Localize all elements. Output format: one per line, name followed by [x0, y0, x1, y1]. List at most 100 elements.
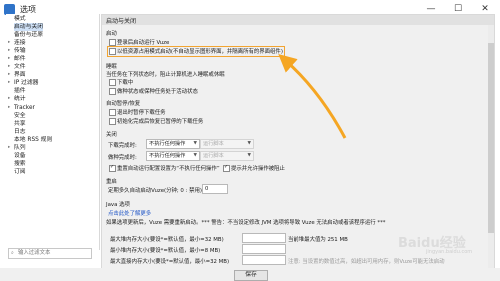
sidebar-item[interactable]: ▸ 邮件 — [6, 55, 99, 63]
low-resource-label: 以低资源占用模式启动(不自动显示图形界面，并隔离所有的界面组件) — [117, 49, 283, 55]
sidebar-item[interactable]: 共享 — [6, 120, 99, 128]
sidebar-item[interactable]: 搜索 — [6, 160, 99, 168]
sidebar-item-label: 订阅 — [14, 168, 26, 175]
sleep-downloading-checkbox[interactable] — [109, 79, 116, 86]
vertical-scrollbar[interactable] — [488, 25, 494, 269]
sidebar-item[interactable]: 本地 RSS 规则 — [6, 136, 99, 144]
sidebar-item-label: 界面 — [14, 72, 26, 79]
scrollbar-thumb[interactable] — [488, 43, 494, 233]
min-heap-input[interactable] — [242, 244, 286, 254]
java-heading: Java 选项 — [106, 202, 130, 208]
sleep-downloading-label: 下载中 — [117, 80, 134, 86]
restart-interval-input[interactable]: 0 — [202, 184, 228, 194]
sidebar-item[interactable]: 启动与关闭 — [6, 23, 99, 32]
sidebar-item-label: 本地 RSS 规则 — [14, 136, 53, 143]
sidebar-item-label: 日志 — [14, 128, 26, 135]
download-complete-value: 不执行任何操作 — [149, 141, 186, 147]
seeding-complete-label: 做种完成时: — [108, 155, 137, 161]
sidebar-item-label: 启动与关闭 — [14, 23, 43, 32]
sidebar-item[interactable]: ▸ 队列 — [6, 144, 99, 152]
sidebar-item[interactable]: ▸ 统计 — [6, 95, 99, 103]
sidebar-item-label: 队列 — [14, 144, 26, 151]
close-heading: 关闭 — [106, 132, 117, 138]
min-heap-label: 最小堆内存大小(要设*=默认值，最小=8 MB) — [110, 248, 221, 254]
sidebar-filter[interactable]: ⌕ — [8, 248, 92, 259]
filter-input[interactable] — [18, 249, 88, 257]
seeding-complete-dropdown[interactable]: 不执行任何操作 ▼ — [146, 151, 200, 161]
sidebar-item-label: 插件 — [14, 88, 26, 95]
sidebar-item-label: 安全 — [14, 112, 26, 119]
chevron-down-icon: ▼ — [193, 153, 197, 158]
max-heap-label: 最大堆内存大小(要设*=默认值，最小=32 MB) — [110, 237, 224, 243]
seeding-complete-value: 不执行任何操作 — [149, 153, 186, 159]
sidebar-item[interactable]: ▸ 文件 — [6, 63, 99, 71]
page-header: 启动与关闭 — [102, 15, 494, 25]
reset-autorun-checkbox[interactable] — [109, 164, 116, 172]
save-button[interactable]: 保存 — [234, 270, 268, 281]
sidebar-item[interactable]: 备份与还原 — [6, 31, 99, 39]
max-heap-input[interactable] — [242, 233, 286, 243]
expand-arrow-icon[interactable]: ▸ — [8, 55, 10, 63]
pause-on-exit-checkbox[interactable] — [109, 109, 116, 116]
seeding-script-dropdown[interactable]: 运行脚本 ▼ — [200, 151, 254, 161]
chevron-down-icon: ▼ — [247, 141, 251, 146]
sidebar-item-label: 模式 — [14, 16, 26, 22]
expand-arrow-icon[interactable]: ▸ — [8, 47, 10, 55]
login-start-checkbox[interactable] — [109, 39, 116, 46]
max-direct-label: 最大直接内存大小(要设*=默认值，最小=32 MB) — [110, 259, 230, 265]
page-title: 启动与关闭 — [106, 18, 137, 25]
sidebar-item-label: 设备 — [14, 152, 26, 159]
resume-paused-checkbox[interactable] — [109, 118, 116, 125]
watermark-url: jingyan.baidu.com — [426, 249, 473, 255]
options-sidebar: 模式 启动与关闭 备份与还原 ▸ 连接 ▸ 传输 ▸ 邮件 ▸ 文件 ▸ 界面 ▸ IP 过滤器 插件 ▸ 统计 ▸… — [6, 14, 100, 250]
expand-arrow-icon[interactable]: ▸ — [8, 39, 10, 47]
resume-paused-label: 初始化完成后恢复已暂停的下载任务 — [117, 119, 204, 125]
sidebar-item-label: Tracker — [14, 104, 35, 111]
sidebar-item[interactable]: ▸ 传输 — [6, 47, 99, 55]
max-heap-info: 当前堆最大值为 251 MB — [288, 237, 348, 243]
download-script-label: 运行脚本 — [203, 141, 224, 147]
sidebar-item[interactable]: 安全 — [6, 112, 99, 120]
prompt-allow-label: 提示并允许操作被阻止 — [231, 166, 285, 172]
learn-more-link[interactable]: 点击此处了解更多 — [108, 209, 151, 217]
expand-arrow-icon[interactable]: ▸ — [8, 71, 10, 79]
pause-on-exit-label: 退出时暂停下载任务 — [117, 110, 166, 116]
sidebar-item[interactable]: ▸ 界面 — [6, 71, 99, 79]
sidebar-item[interactable]: ▸ IP 过滤器 — [6, 79, 99, 87]
prompt-allow-checkbox[interactable] — [223, 164, 230, 172]
sidebar-item[interactable]: 设备 — [6, 152, 99, 160]
sidebar-item[interactable]: ▸ Tracker — [6, 104, 99, 112]
login-start-label: 登录后启动运行 Vuze — [117, 40, 170, 46]
download-complete-dropdown[interactable]: 不执行任何操作 ▼ — [146, 139, 200, 149]
sidebar-item-label: 连接 — [14, 40, 26, 47]
expand-arrow-icon[interactable]: ▸ — [8, 95, 10, 103]
sidebar-item[interactable]: 日志 — [6, 128, 99, 136]
search-icon: ⌕ — [11, 250, 14, 256]
chevron-down-icon: ▼ — [193, 141, 197, 146]
expand-arrow-icon[interactable]: ▸ — [8, 63, 10, 71]
sidebar-item[interactable]: 模式 — [6, 15, 99, 23]
sleep-seeding-checkbox[interactable] — [109, 88, 116, 95]
sidebar-item[interactable]: 订阅 — [6, 168, 99, 176]
max-direct-input[interactable] — [242, 255, 286, 265]
low-resource-checkbox[interactable] — [109, 48, 116, 55]
reset-autorun-label: 重置自动运行配置设置为“不执行任何操作” — [117, 166, 220, 172]
sidebar-item[interactable]: 插件 — [6, 87, 99, 95]
sidebar-item-label: 邮件 — [14, 56, 26, 63]
restart-label: 定期多久自动启动Vuze(分钟; 0 : 禁用) — [108, 188, 202, 194]
sleep-desc: 当任务在下列状态时，阻止计算机进入睡眠或休眠 — [106, 72, 225, 78]
download-script-dropdown[interactable]: 运行脚本 ▼ — [200, 139, 254, 149]
java-warning: 如果选项更新后，Vuze 需要重新启动。*** 警告：不当设定修改 JVM 选项… — [106, 220, 386, 226]
pause-heading: 自动暂停/恢复 — [106, 101, 141, 107]
sidebar-item-label: 搜索 — [14, 160, 26, 167]
expand-arrow-icon[interactable]: ▸ — [8, 79, 10, 87]
sidebar-item-label: 共享 — [14, 120, 26, 127]
restart-heading: 重启 — [106, 179, 117, 185]
expand-arrow-icon[interactable]: ▸ — [8, 144, 10, 152]
sidebar-item[interactable]: ▸ 连接 — [6, 39, 99, 47]
sidebar-item-label: IP 过滤器 — [14, 80, 39, 87]
sleep-heading: 睡眠 — [106, 64, 117, 70]
options-tree: 模式 启动与关闭 备份与还原 ▸ 连接 ▸ 传输 ▸ 邮件 ▸ 文件 ▸ 界面 ▸ IP 过滤器 插件 ▸ 统计 ▸… — [6, 15, 99, 176]
expand-arrow-icon[interactable]: ▸ — [8, 104, 10, 112]
sleep-seeding-label: 做种状态或保种任务处于活动状态 — [117, 89, 198, 95]
